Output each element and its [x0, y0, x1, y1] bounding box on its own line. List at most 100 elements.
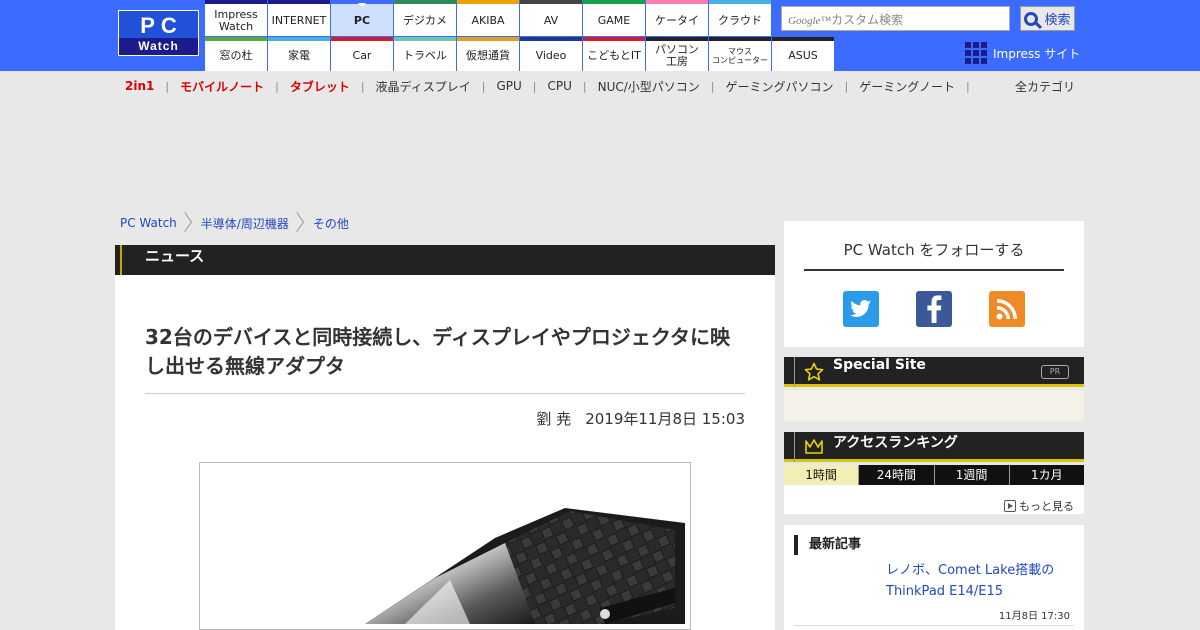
impress-site-label: Impress サイト [993, 46, 1081, 61]
rss-icon[interactable] [989, 291, 1025, 327]
title-divider [145, 393, 745, 394]
nav-tab-mouse-computer[interactable]: マウス コンピューター [709, 37, 771, 71]
breadcrumb-item-category[interactable]: 半導体/周辺機器 [201, 215, 289, 232]
logo-watch-text: Watch [119, 38, 198, 55]
nav-tab-kodomo-it[interactable]: こどもとIT [583, 37, 645, 71]
category-link[interactable]: ゲーミングパソコン [726, 78, 834, 95]
more-link[interactable]: もっと見る [1004, 498, 1074, 514]
article-byline: 劉 尭 2019年11月8日 15:03 [536, 408, 745, 429]
category-link[interactable]: タブレット [290, 78, 350, 95]
ranking-tab[interactable]: 1時間 [784, 465, 859, 485]
nav-tab-keitai[interactable]: ケータイ [646, 0, 708, 36]
ranking-tab[interactable]: 1カ月 [1009, 465, 1084, 485]
play-icon [1004, 500, 1016, 512]
nav-tab-label: 窓の杜 [219, 49, 253, 62]
site-header: PC Watch Impress Watch INTERNET PC デジカメ AKIB… [0, 0, 1200, 71]
article-body: 32台のデバイスと同時接続し、ディスプレイやプロジェクタに映し出せる無線アダプタ… [115, 275, 775, 630]
section-accent [120, 245, 122, 275]
nav-tab-label: AV [543, 14, 559, 27]
ranking-tabs: 1時間 24時間 1週間 1カ月 [784, 465, 1084, 485]
more-label: もっと見る [1019, 500, 1074, 513]
breadcrumb-item-subcategory[interactable]: その他 [313, 215, 349, 232]
follow-box: PC Watch をフォローする [784, 221, 1084, 347]
header-separator [794, 432, 795, 462]
ranking-tab[interactable]: 24時間 [859, 465, 934, 485]
category-bar: 2in1 | モバイルノート | タブレット | 液晶ディスプレイ | GPU | CPU | NUC/… [125, 78, 981, 94]
pc-watch-logo[interactable]: PC Watch [118, 10, 199, 56]
search-icon [1024, 11, 1039, 26]
impress-site-link[interactable]: Impress サイト [965, 42, 1080, 64]
twitter-icon[interactable] [843, 291, 879, 327]
ranking-body: もっと見る [784, 485, 1084, 514]
category-separator: | [966, 79, 970, 93]
category-link[interactable]: モバイルノート [180, 78, 264, 95]
category-link[interactable]: NUC/小型パソコン [598, 78, 700, 95]
special-site-header: Special Site PR [784, 357, 1084, 387]
category-separator: | [844, 79, 849, 93]
nav-tab-kaden[interactable]: 家電 [268, 37, 330, 71]
latest-title: 最新記事 [794, 535, 861, 555]
nav-tab-impress-watch[interactable]: Impress Watch [205, 0, 267, 36]
section-label: ニュース [145, 247, 205, 265]
all-categories-link[interactable]: 全カテゴリ [1015, 78, 1075, 95]
nav-tab-pc-koubou[interactable]: パソコン 工房 [646, 37, 708, 71]
nav-tab-label: パソコン 工房 [655, 43, 699, 68]
search-brand: Google™ [788, 15, 832, 27]
header-separator [794, 357, 795, 387]
special-site-body [784, 390, 1084, 421]
category-link[interactable]: 液晶ディスプレイ [376, 78, 471, 95]
article-title: 32台のデバイスと同時接続し、ディスプレイやプロジェクタに映し出せる無線アダプタ [145, 325, 731, 378]
nav-tab-akiba[interactable]: AKIBA [457, 0, 519, 36]
article-photo[interactable] [199, 462, 691, 630]
logo-pc-text: PC [140, 13, 183, 38]
breadcrumb: PC Watch 半導体/周辺機器 その他 [120, 212, 349, 234]
category-separator: | [275, 79, 279, 93]
category-link[interactable]: 2in1 [125, 79, 154, 93]
category-link[interactable]: CPU [547, 79, 571, 93]
nav-tab-pc[interactable]: PC [331, 0, 393, 36]
category-separator: | [710, 79, 715, 93]
category-link[interactable]: ゲーミングノート [859, 78, 955, 95]
latest-item-title[interactable]: レノボ、Comet Lake搭載のThinkPad E14/E15 [886, 560, 1076, 602]
category-link[interactable]: GPU [496, 79, 521, 93]
section-header: ニュース [115, 245, 775, 275]
nav-tab-travel[interactable]: トラベル [394, 37, 456, 71]
nav-tab-asus[interactable]: ASUS [772, 37, 834, 71]
nav-tab-label: INTERNET [271, 14, 327, 27]
nav-tab-crypto[interactable]: 仮想通貨 [457, 37, 519, 71]
nav-tab-label: 家電 [288, 49, 310, 62]
ranking-tab[interactable]: 1週間 [934, 465, 1009, 485]
special-site-title: Special Site [833, 357, 926, 373]
nav-tab-dejikame[interactable]: デジカメ [394, 0, 456, 36]
search-button[interactable]: 検索 [1020, 6, 1075, 31]
nav-tab-label: Impress Watch [214, 8, 258, 33]
nav-tab-label: Car [352, 49, 372, 62]
nav-tab-label: トラベル [403, 49, 447, 62]
nav-tab-label: Video [535, 49, 567, 62]
active-pointer-icon [358, 3, 366, 7]
ranking-header: アクセスランキング [784, 432, 1084, 462]
ranking-title: アクセスランキング [833, 435, 958, 451]
nav-tab-internet[interactable]: INTERNET [268, 0, 330, 36]
facebook-icon[interactable] [916, 291, 952, 327]
pr-badge: PR [1041, 365, 1069, 379]
search-button-label: 検索 [1044, 13, 1071, 28]
nav-tab-av[interactable]: AV [520, 0, 582, 36]
nav-tab-madonomori[interactable]: 窓の杜 [205, 37, 267, 71]
category-separator: | [532, 79, 537, 93]
nav-tab-car[interactable]: Car [331, 37, 393, 71]
search-input[interactable]: Google™カスタム検索 [781, 6, 1010, 31]
breadcrumb-item-home[interactable]: PC Watch [120, 216, 177, 230]
nav-tab-label: デジカメ [403, 14, 447, 27]
nav-tab-video[interactable]: Video [520, 37, 582, 71]
latest-item-divider [794, 625, 1074, 626]
category-separator: | [582, 79, 587, 93]
article-author: 劉 尭 [536, 410, 572, 428]
follow-title: PC Watch をフォローする [843, 241, 1025, 259]
wireless-adapter-image [205, 468, 685, 624]
nav-tab-cloud[interactable]: クラウド [709, 0, 771, 36]
nav-tab-label: PC [353, 14, 371, 27]
star-icon [804, 362, 824, 381]
article-date: 2019年11月8日 15:03 [585, 410, 745, 428]
nav-tab-game[interactable]: GAME [583, 0, 645, 36]
